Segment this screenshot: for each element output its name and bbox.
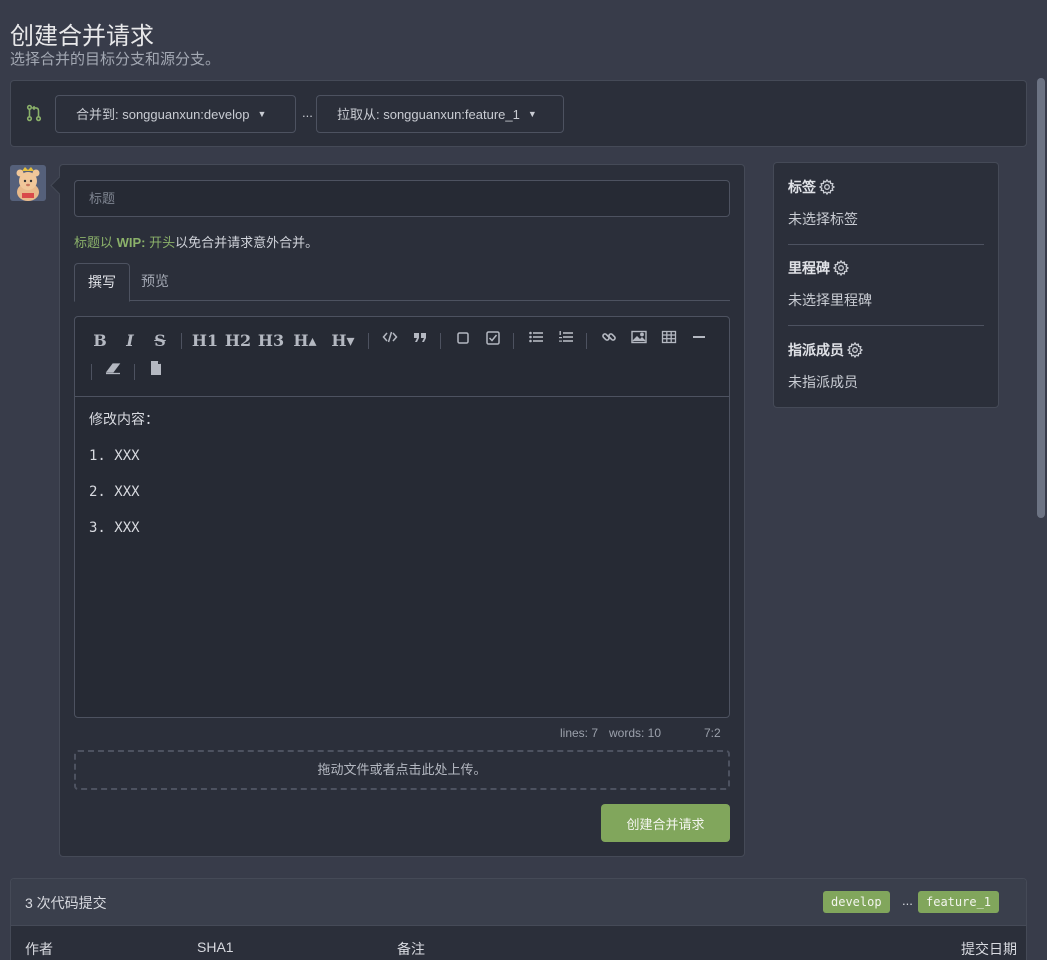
gear-icon[interactable] <box>846 341 864 359</box>
editor-line: 1. XXX <box>89 448 140 464</box>
toolbar-divider <box>368 333 369 349</box>
bold-button[interactable]: B <box>87 329 113 353</box>
labels-value: 未选择标签 <box>788 211 858 227</box>
head-branch-tag[interactable]: feature_1 <box>918 891 1000 913</box>
source-branch-label: 拉取从: songguanxun:feature_1 <box>337 107 520 122</box>
sidebar-divider <box>788 244 984 245</box>
target-branch-dropdown[interactable]: 合并到: songguanxun:develop ▼ <box>55 95 296 133</box>
page-title: 创建合并请求 <box>10 23 154 50</box>
gear-icon[interactable] <box>832 259 850 277</box>
wip-hint-middle: 开头 <box>145 235 176 250</box>
toolbar-divider <box>181 333 182 349</box>
code-icon[interactable] <box>377 329 403 353</box>
pull-request-form: 标题以 WIP: 开头以免合并请求意外合并。 撰写 预览 B I S H1 H2… <box>59 164 745 857</box>
status-cursor: 7:2 <box>704 726 721 740</box>
editor-toolbar: B I S H1 H2 H3 H▴ H▾ <box>75 317 729 397</box>
tab-preview[interactable]: 预览 <box>128 263 182 301</box>
image-icon[interactable] <box>626 329 652 353</box>
page-subtitle: 选择合并的目标分支和源分支。 <box>10 51 221 68</box>
status-lines: lines: 7 <box>560 726 599 740</box>
scrollbar[interactable] <box>1037 78 1045 518</box>
labels-section: 标签 未选择标签 <box>788 177 984 229</box>
commits-header: 3 次代码提交 develop ... feature_1 <box>11 879 1026 926</box>
wip-hint-prefix: 标题以 <box>74 235 117 250</box>
column-message: 备注 <box>397 941 425 957</box>
column-sha: SHA1 <box>197 939 234 955</box>
table-icon[interactable] <box>656 329 682 353</box>
create-merge-request-button[interactable]: 创建合并请求 <box>601 804 730 842</box>
link-icon[interactable] <box>596 329 622 353</box>
tab-write[interactable]: 撰写 <box>74 263 130 302</box>
toolbar-divider <box>440 333 441 349</box>
checkbox-empty-icon[interactable] <box>450 329 476 353</box>
avatar <box>10 165 46 201</box>
heading-1-button[interactable]: H1 <box>191 329 219 353</box>
editor-content[interactable]: 修改内容： 1. XXX 2. XXX 3. XXX <box>89 409 159 553</box>
column-author: 作者 <box>25 941 53 957</box>
caret-down-icon: ▼ <box>527 109 537 119</box>
commits-count: 3 次代码提交 <box>25 895 107 911</box>
heading-bigger-button[interactable]: H▴ <box>290 329 320 353</box>
wip-hint: 标题以 WIP: 开头以免合并请求意外合并。 <box>74 232 318 251</box>
commits-panel: 3 次代码提交 develop ... feature_1 作者 SHA1 备注… <box>10 878 1027 960</box>
sidebar: 标签 未选择标签 里程碑 未选择里程碑 指派成员 未指派成员 <box>773 162 999 408</box>
editor-line: 2. XXX <box>89 484 140 500</box>
toolbar-divider <box>91 364 92 380</box>
wip-hint-keyword: WIP: <box>116 235 146 250</box>
file-icon[interactable] <box>143 360 169 384</box>
labels-title: 标签 <box>788 179 816 195</box>
source-branch-dropdown[interactable]: 拉取从: songguanxun:feature_1 ▼ <box>316 95 564 133</box>
horizontal-rule-icon[interactable] <box>686 329 712 353</box>
title-input[interactable] <box>74 180 730 217</box>
target-branch-label: 合并到: songguanxun:develop <box>76 107 250 122</box>
eraser-icon[interactable] <box>100 360 126 384</box>
column-date: 提交日期 <box>961 941 1017 957</box>
status-words: words: 10 <box>609 726 662 740</box>
milestone-section: 里程碑 未选择里程碑 <box>788 258 984 310</box>
editor-tabs: 撰写 预览 <box>74 263 730 302</box>
quote-icon[interactable] <box>407 329 433 353</box>
editor-line: 3. XXX <box>89 520 140 536</box>
toolbar-divider <box>586 333 587 349</box>
toolbar-divider <box>134 364 135 380</box>
branch-selector-bar: 合并到: songguanxun:develop ▼ ... 拉取从: songg… <box>10 80 1027 147</box>
base-branch-tag[interactable]: develop <box>823 891 890 913</box>
gear-icon[interactable] <box>818 178 836 196</box>
assignees-title: 指派成员 <box>788 342 844 358</box>
numbered-list-icon[interactable] <box>553 329 579 353</box>
branch-separator: ... <box>302 105 313 120</box>
editor-line: 修改内容： <box>89 412 159 428</box>
wip-hint-suffix: 以免合并请求意外合并。 <box>175 235 319 250</box>
markdown-editor: B I S H1 H2 H3 H▴ H▾ 修改内容： 1. XXX 2. XXX… <box>74 316 730 718</box>
milestone-value: 未选择里程碑 <box>788 292 872 308</box>
caret-down-icon: ▼ <box>257 109 267 119</box>
sidebar-divider <box>788 325 984 326</box>
milestone-title: 里程碑 <box>788 260 830 276</box>
strikethrough-button[interactable]: S <box>147 329 173 353</box>
heading-2-button[interactable]: H2 <box>224 329 252 353</box>
heading-smaller-button[interactable]: H▾ <box>328 329 358 353</box>
checkbox-checked-icon[interactable] <box>480 329 506 353</box>
heading-3-button[interactable]: H3 <box>257 329 285 353</box>
branch-tag-separator: ... <box>902 893 913 908</box>
toolbar-divider <box>513 333 514 349</box>
bullet-list-icon[interactable] <box>523 329 549 353</box>
pull-request-icon <box>25 104 43 122</box>
assignees-value: 未指派成员 <box>788 374 858 390</box>
italic-button[interactable]: I <box>117 329 143 353</box>
assignees-section: 指派成员 未指派成员 <box>788 340 984 392</box>
file-upload-dropzone[interactable]: 拖动文件或者点击此处上传。 <box>74 750 730 790</box>
